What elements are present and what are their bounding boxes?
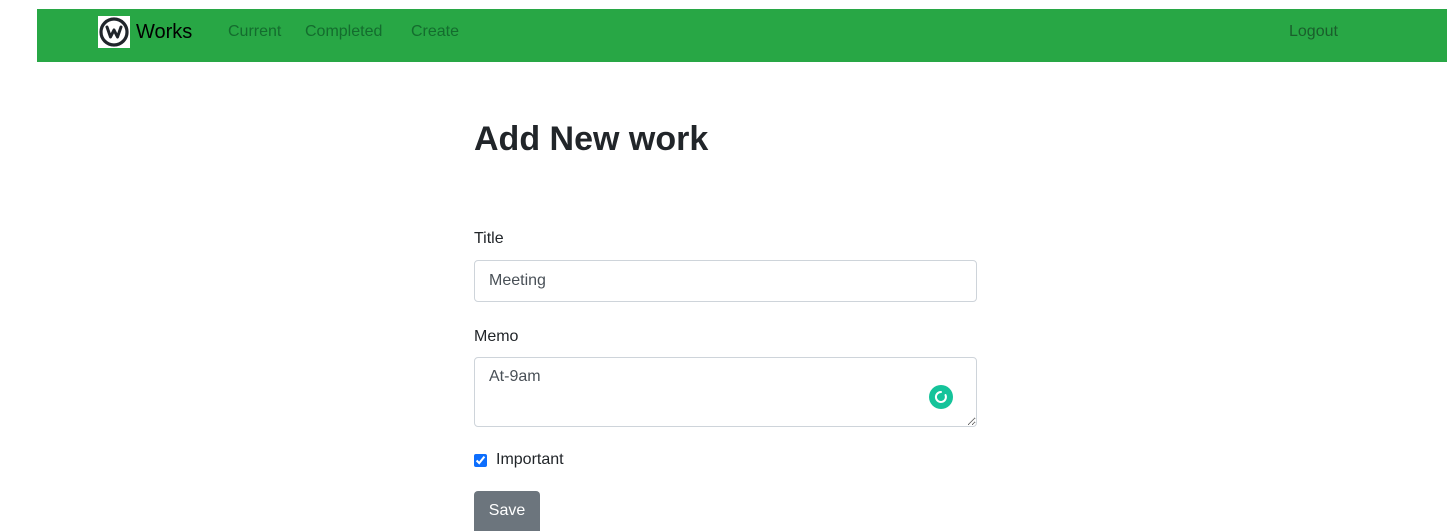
nav-create[interactable]: Create [411, 22, 459, 42]
top-navbar: Works Current Completed Create Logout [37, 9, 1447, 62]
important-row: Important [474, 450, 564, 470]
nav-current[interactable]: Current [228, 22, 281, 42]
memo-label: Memo [474, 328, 519, 345]
important-label: Important [496, 451, 564, 468]
title-input[interactable] [474, 260, 977, 302]
grammarly-badge-icon[interactable] [929, 385, 953, 409]
nav-logout[interactable]: Logout [1289, 22, 1338, 42]
memo-textarea[interactable]: At-9am [474, 357, 977, 427]
brand-name: Works [136, 20, 193, 43]
brand-link[interactable]: Works [98, 16, 192, 48]
page-title: Add New work [474, 120, 709, 158]
important-checkbox[interactable] [474, 453, 487, 467]
save-button[interactable]: Save [474, 491, 540, 531]
title-label: Title [474, 230, 504, 247]
nav-completed[interactable]: Completed [305, 22, 382, 42]
memo-field-wrapper: At-9am [474, 357, 977, 427]
workplace-logo-icon [98, 16, 130, 48]
